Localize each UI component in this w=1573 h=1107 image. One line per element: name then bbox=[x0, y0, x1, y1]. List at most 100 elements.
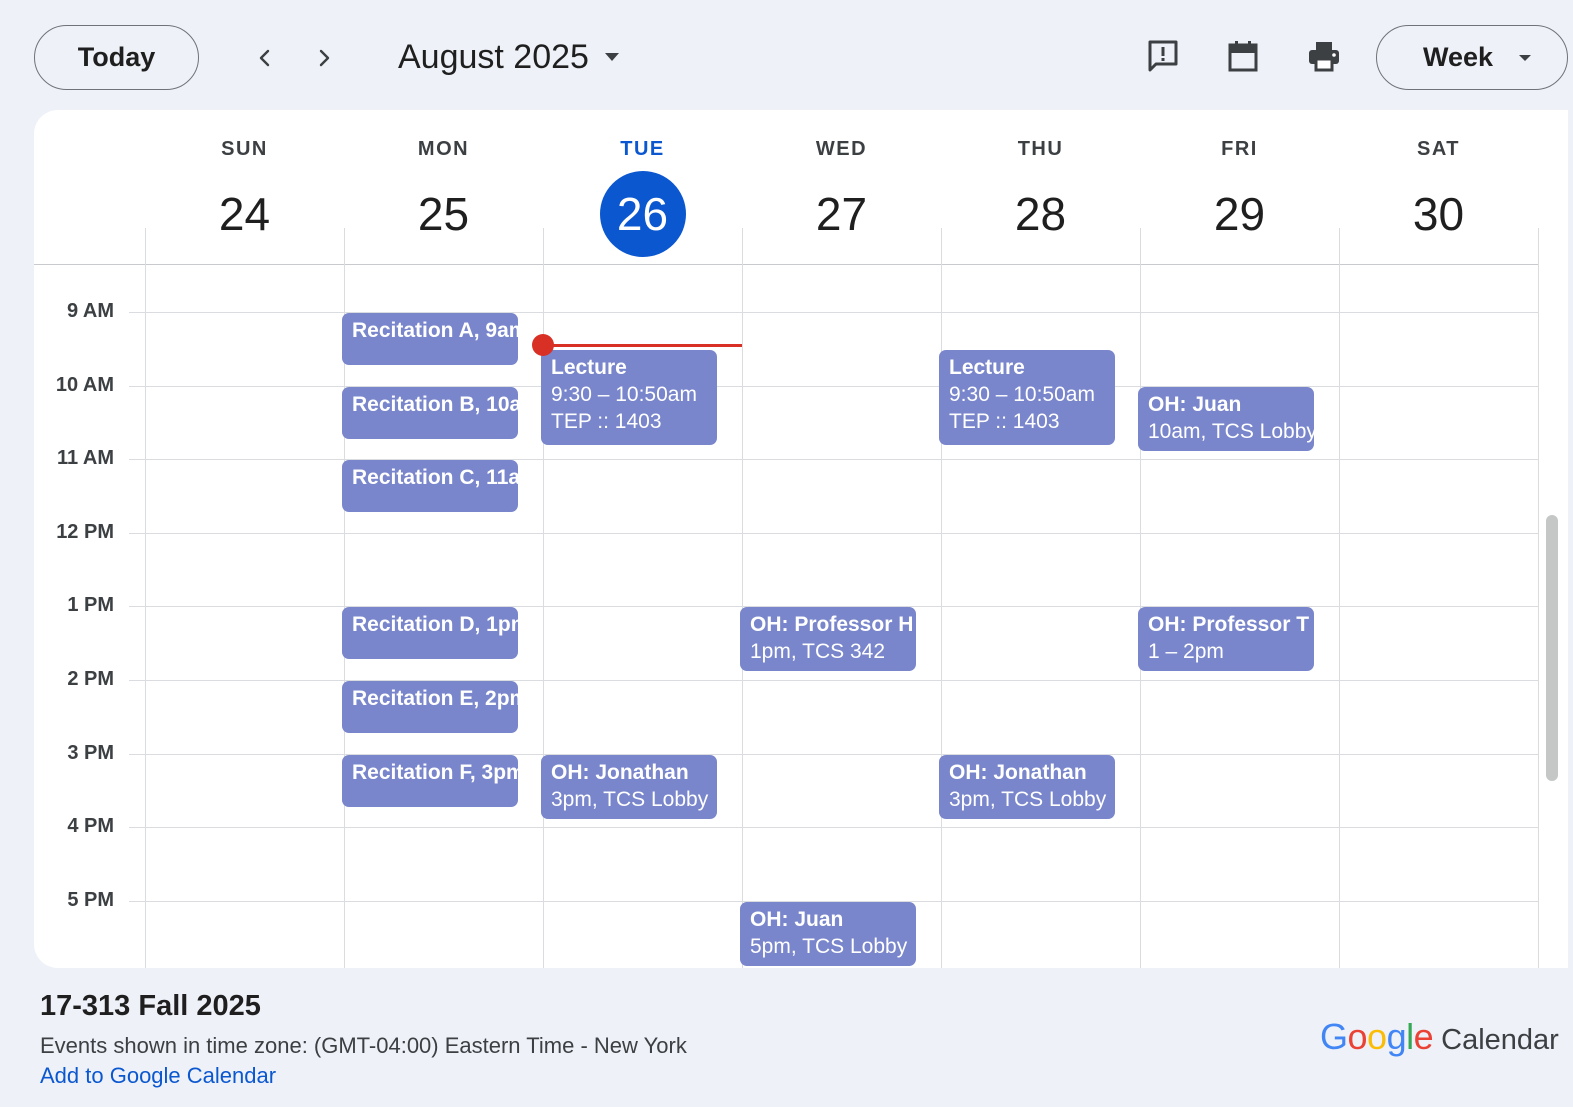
brand-suffix: Calendar bbox=[1441, 1024, 1559, 1056]
hour-label: 12 PM bbox=[56, 521, 114, 543]
hour-label: 2 PM bbox=[67, 668, 114, 690]
day-header-sun: SUN 24 bbox=[145, 138, 344, 257]
add-to-google-calendar-link[interactable]: Add to Google Calendar bbox=[40, 1063, 276, 1089]
day-header-wed: WED 27 bbox=[742, 138, 941, 257]
current-time-dot bbox=[532, 334, 554, 356]
day-number-button[interactable]: 24 bbox=[202, 171, 288, 257]
event-block[interactable]: OH: Jonathan 3pm, TCS Lobby bbox=[939, 755, 1115, 819]
day-number-button[interactable]: 30 bbox=[1396, 171, 1482, 257]
brand-letter: g bbox=[1386, 1016, 1407, 1057]
event-block[interactable]: OH: Juan 10am, TCS Lobby bbox=[1138, 387, 1314, 451]
view-label: Week bbox=[1423, 42, 1494, 72]
event-title: Recitation B, 10am bbox=[352, 393, 518, 416]
chevron-down-icon bbox=[604, 53, 619, 61]
week-grid: SUN 24 MON 25 TUE 26 WED 27 THU 28 FRI 29 SAT 30 9 AM… bbox=[34, 110, 1568, 968]
event-block[interactable]: Recitation D, 1pm bbox=[342, 607, 518, 659]
hour-label: 4 PM bbox=[67, 815, 114, 837]
day-number-button[interactable]: 29 bbox=[1197, 171, 1283, 257]
event-title: OH: Professor T bbox=[1148, 613, 1310, 636]
event-detail: TEP :: 1403 bbox=[551, 410, 662, 433]
day-header-tue: TUE 26 bbox=[543, 138, 742, 257]
day-column-divider bbox=[145, 228, 146, 968]
day-number-button[interactable]: 27 bbox=[799, 171, 885, 257]
day-of-week-label: SUN bbox=[221, 138, 268, 160]
event-block[interactable]: Lecture 9:30 – 10:50am TEP :: 1403 bbox=[541, 350, 717, 445]
day-of-week-label: FRI bbox=[1221, 138, 1258, 160]
view-selector[interactable]: Week bbox=[1376, 25, 1568, 90]
next-icon bbox=[319, 49, 330, 67]
event-detail: 9:30 – 10:50am bbox=[551, 383, 697, 406]
hour-label: 1 PM bbox=[67, 594, 114, 616]
event-block[interactable]: OH: Professor H 1pm, TCS 342 bbox=[740, 607, 916, 671]
event-detail: TEP :: 1403 bbox=[949, 410, 1060, 433]
timezone-note: Events shown in time zone: (GMT-04:00) E… bbox=[40, 1033, 687, 1058]
google-calendar-logo[interactable]: Google Calendar bbox=[1320, 1016, 1559, 1058]
day-header-sat: SAT 30 bbox=[1339, 138, 1538, 257]
event-block[interactable]: OH: Jonathan 3pm, TCS Lobby bbox=[541, 755, 717, 819]
event-detail: 3pm, TCS Lobby bbox=[949, 788, 1107, 811]
hour-gridline bbox=[129, 754, 1538, 755]
day-of-week-label: MON bbox=[417, 138, 470, 160]
event-block[interactable]: Recitation C, 11am bbox=[342, 460, 518, 512]
today-button[interactable]: Today bbox=[34, 25, 199, 90]
day-of-week-label: WED bbox=[815, 138, 868, 160]
day-of-week-label: SAT bbox=[1416, 138, 1460, 160]
day-number-button[interactable]: 28 bbox=[998, 171, 1084, 257]
print-button[interactable] bbox=[1304, 36, 1344, 76]
day-of-week-label: TUE bbox=[620, 138, 665, 160]
brand-letter: e bbox=[1413, 1016, 1434, 1057]
hour-gridline bbox=[129, 827, 1538, 828]
event-block[interactable]: OH: Professor T 1 – 2pm bbox=[1138, 607, 1314, 671]
next-week-button[interactable] bbox=[302, 36, 346, 80]
event-title: OH: Juan bbox=[750, 908, 844, 931]
event-block[interactable]: Recitation A, 9am bbox=[342, 313, 518, 365]
prev-week-button[interactable] bbox=[243, 36, 287, 80]
calendar-name: 17-313 Fall 2025 bbox=[40, 990, 261, 1022]
current-time-line bbox=[543, 344, 742, 347]
event-title: Recitation F, 3pm bbox=[352, 761, 518, 784]
hour-label: 10 AM bbox=[55, 374, 114, 396]
print-icon bbox=[1309, 42, 1339, 72]
brand-letter: o bbox=[1347, 1016, 1368, 1057]
event-title: OH: Professor H bbox=[750, 613, 914, 636]
day-column-divider bbox=[941, 228, 942, 968]
month-selector[interactable]: August 2025 bbox=[398, 34, 621, 80]
event-block[interactable]: Recitation E, 2pm bbox=[342, 681, 518, 733]
chevron-down-icon bbox=[1519, 54, 1532, 61]
feedback-button[interactable] bbox=[1143, 36, 1183, 76]
hour-gridline bbox=[129, 312, 1538, 313]
event-block[interactable]: Recitation F, 3pm bbox=[342, 755, 518, 807]
day-number-button[interactable]: 25 bbox=[401, 171, 487, 257]
event-title: Recitation E, 2pm bbox=[352, 687, 518, 710]
event-title: Recitation A, 9am bbox=[352, 319, 518, 342]
brand-letter: o bbox=[1367, 1016, 1387, 1057]
event-block[interactable]: OH: Juan 5pm, TCS Lobby bbox=[740, 902, 916, 966]
event-title: OH: Jonathan bbox=[551, 761, 689, 784]
event-detail: 1 – 2pm bbox=[1148, 640, 1224, 663]
event-detail: 10am, TCS Lobby bbox=[1148, 420, 1314, 443]
event-detail: 3pm, TCS Lobby bbox=[551, 788, 709, 811]
event-block[interactable]: Lecture 9:30 – 10:50am TEP :: 1403 bbox=[939, 350, 1115, 445]
event-title: OH: Juan bbox=[1148, 393, 1242, 416]
day-column-divider bbox=[1538, 228, 1539, 968]
event-title: OH: Jonathan bbox=[949, 761, 1087, 784]
header-divider bbox=[34, 264, 1538, 265]
hour-gridline bbox=[129, 680, 1538, 681]
hour-gridline bbox=[129, 386, 1538, 387]
scrollbar-thumb[interactable] bbox=[1546, 515, 1558, 781]
event-detail: 1pm, TCS 342 bbox=[750, 640, 886, 663]
hour-label: 3 PM bbox=[67, 742, 114, 764]
event-title: Lecture bbox=[949, 356, 1025, 379]
day-column-divider bbox=[1140, 228, 1141, 968]
hour-gridline bbox=[129, 533, 1538, 534]
day-header-thu: THU 28 bbox=[941, 138, 1140, 257]
brand-letter: G bbox=[1320, 1016, 1348, 1057]
hour-label: 5 PM bbox=[67, 889, 114, 911]
event-block[interactable]: Recitation B, 10am bbox=[342, 387, 518, 439]
feedback-icon bbox=[1148, 40, 1178, 72]
day-number-button[interactable]: 26 bbox=[599, 171, 686, 257]
event-detail: 5pm, TCS Lobby bbox=[750, 935, 908, 958]
calendar-button[interactable] bbox=[1223, 36, 1263, 76]
day-header-mon: MON 25 bbox=[344, 138, 543, 257]
day-of-week-label: THU bbox=[1017, 138, 1064, 160]
